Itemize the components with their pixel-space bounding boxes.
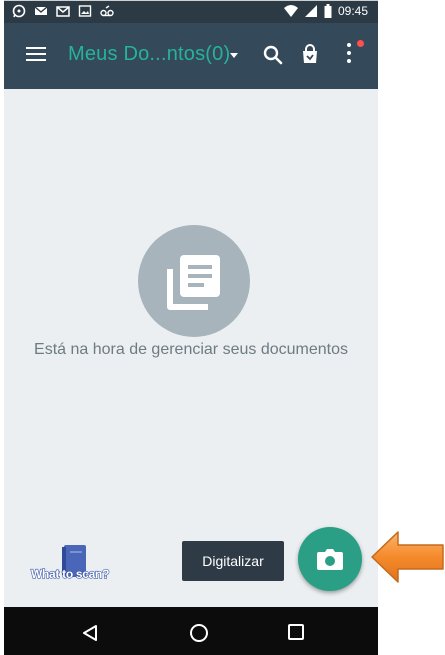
status-right-icons: 09:45 xyxy=(283,4,368,18)
notification-dot xyxy=(357,40,364,47)
phone-screen: 09:45 Meus Do...ntos(0) Está na hora de … xyxy=(4,0,378,655)
home-icon[interactable] xyxy=(190,624,208,642)
camera-icon xyxy=(317,549,343,570)
email-icon xyxy=(34,6,48,15)
back-icon[interactable] xyxy=(82,625,98,641)
system-nav-bar xyxy=(4,607,378,655)
menu-icon[interactable] xyxy=(26,47,46,63)
scan-tooltip: Digitalizar xyxy=(182,541,284,581)
dropdown-icon[interactable] xyxy=(230,53,238,58)
status-bar: 09:45 xyxy=(4,1,378,23)
whatsapp-icon xyxy=(12,4,26,18)
gmail-icon xyxy=(56,6,70,17)
what-to-scan-link[interactable]: What to scan? xyxy=(30,566,110,581)
signal-icon xyxy=(304,5,317,17)
app-toolbar: Meus Do...ntos(0) xyxy=(4,23,378,89)
documents-icon xyxy=(138,225,250,337)
image-icon xyxy=(78,5,92,17)
voicemail-icon xyxy=(100,5,114,17)
empty-state-message: Está na hora de gerenciar seus documento… xyxy=(34,341,348,358)
arrow-left-icon xyxy=(371,531,444,583)
status-time: 09:45 xyxy=(337,4,368,18)
search-icon[interactable] xyxy=(261,43,285,67)
wifi-icon xyxy=(283,5,298,17)
more-vert-icon[interactable] xyxy=(342,43,356,69)
status-left-icons xyxy=(12,4,114,18)
scan-button[interactable] xyxy=(298,527,362,591)
shopping-bag-icon[interactable] xyxy=(298,43,322,67)
battery-icon xyxy=(324,4,332,18)
toolbar-title[interactable]: Meus Do...ntos(0) xyxy=(68,43,230,66)
recents-icon[interactable] xyxy=(288,624,304,640)
